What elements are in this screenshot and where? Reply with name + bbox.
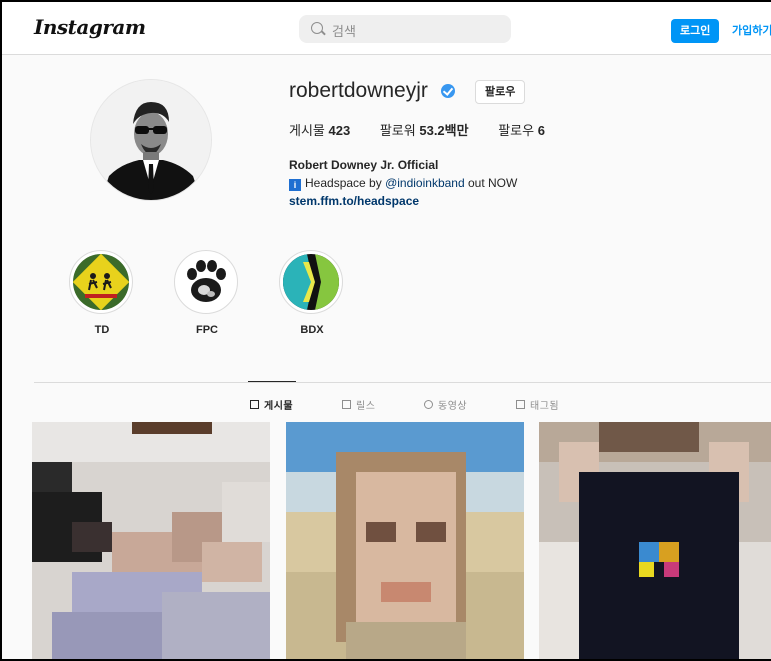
- play-icon: [424, 400, 433, 409]
- login-button[interactable]: 로그인: [671, 19, 720, 43]
- following-label: 팔로우: [498, 123, 535, 138]
- highlight-cover-image: [178, 254, 234, 310]
- post-thumbnail[interactable]: [286, 422, 524, 659]
- posts-count: 게시물 423: [289, 123, 350, 138]
- follow-button[interactable]: 팔로우: [475, 80, 526, 104]
- top-navigation-bar: Instagram 검색 로그인 가입하기: [2, 2, 771, 55]
- tab-posts[interactable]: 게시물: [250, 397, 293, 412]
- instagram-logo[interactable]: Instagram: [34, 15, 146, 39]
- tag-icon: [516, 400, 525, 409]
- browser-frame: Instagram 검색 로그인 가입하기 robertdowneyjr 팔로우…: [0, 0, 771, 661]
- search-input[interactable]: 검색: [299, 15, 511, 43]
- followers-count[interactable]: 팔로워 53.2백만: [380, 123, 469, 138]
- tab-reels[interactable]: 릴스: [342, 397, 375, 412]
- profile-bio: Robert Downey Jr. Official i Headspace by…: [289, 156, 517, 210]
- followers-value: 53.2백만: [419, 123, 469, 138]
- bio-line: i Headspace by @indioinkband out NOW: [289, 174, 517, 192]
- highlight-label: BDX: [300, 324, 324, 336]
- profile-username: robertdowneyjr: [289, 79, 428, 102]
- bio-mention-link[interactable]: @indioinkband: [385, 176, 465, 190]
- highlight-ring: [69, 250, 133, 314]
- story-highlight[interactable]: BDX: [279, 250, 345, 336]
- tab-label: 동영상: [438, 401, 468, 412]
- tab-label: 릴스: [356, 401, 376, 412]
- highlight-ring: [279, 250, 343, 314]
- post-thumbnail[interactable]: [32, 422, 270, 659]
- bio-external-link[interactable]: stem.ffm.to/headspace: [289, 192, 517, 210]
- tab-videos[interactable]: 동영상: [424, 397, 467, 412]
- story-highlight[interactable]: FPC: [174, 250, 240, 336]
- story-highlight[interactable]: TD: [69, 250, 135, 336]
- highlight-ring: [174, 250, 238, 314]
- highlight-cover-image: [73, 254, 129, 310]
- bio-line-prefix: Headspace by: [305, 176, 382, 190]
- info-square-icon: i: [289, 179, 301, 191]
- posts-label: 게시물: [289, 123, 325, 138]
- tabs-divider: [34, 382, 771, 383]
- profile-stats: 게시물 423 팔로워 53.2백만 팔로우 6: [289, 120, 571, 139]
- verified-badge-icon: [441, 84, 455, 98]
- search-icon: [311, 22, 323, 34]
- tab-tagged[interactable]: 태그됨: [516, 397, 559, 412]
- bio-line-suffix: out NOW: [467, 176, 518, 190]
- following-value: 6: [537, 123, 545, 138]
- reels-icon: [342, 400, 351, 409]
- bio-full-name: Robert Downey Jr. Official: [289, 158, 439, 172]
- active-tab-indicator: [248, 381, 296, 382]
- search-placeholder: 검색: [332, 24, 356, 39]
- highlight-label: FPC: [196, 324, 218, 336]
- post-thumbnail[interactable]: [539, 422, 771, 659]
- highlight-label: TD: [94, 324, 110, 336]
- followers-label: 팔로워: [379, 123, 416, 138]
- grid-icon: [250, 400, 259, 409]
- tab-label: 태그됨: [530, 401, 560, 412]
- highlight-cover-image: [283, 254, 339, 310]
- signup-link[interactable]: 가입하기: [732, 19, 771, 43]
- profile-avatar[interactable]: [90, 79, 212, 201]
- tab-label: 게시물: [264, 401, 294, 412]
- following-count[interactable]: 팔로우 6: [498, 123, 545, 138]
- posts-value: 423: [328, 123, 351, 138]
